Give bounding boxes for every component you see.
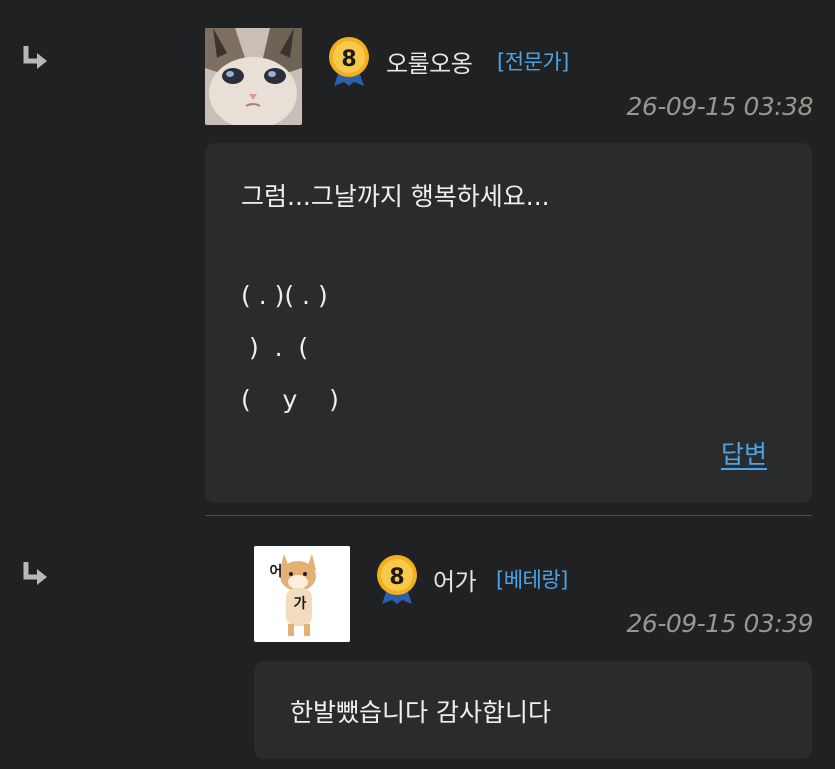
shiba-dog-avatar: 어 가 bbox=[254, 546, 350, 642]
comment-text-line: ( . )( . ) bbox=[241, 281, 328, 310]
user-rank: [전문가] bbox=[497, 50, 569, 74]
reply-arrow-icon bbox=[22, 560, 52, 590]
level-badge-icon: 8 bbox=[328, 36, 370, 86]
comment-body: 한발뺐습니다 감사합니다 bbox=[254, 661, 812, 759]
svg-text:8: 8 bbox=[341, 47, 356, 72]
svg-text:8: 8 bbox=[389, 565, 404, 590]
timestamp: 26-09-15 03:39 bbox=[626, 609, 814, 638]
divider bbox=[205, 515, 812, 516]
avatar-text: 가 bbox=[294, 596, 307, 612]
level-badge-icon: 8 bbox=[376, 554, 418, 604]
avatar-text: 어 bbox=[270, 563, 283, 580]
avatar[interactable] bbox=[205, 28, 302, 125]
nickname[interactable]: 어가 bbox=[433, 562, 477, 597]
comment-text-line: ) . ( bbox=[241, 333, 309, 362]
reply-link[interactable]: 답변 bbox=[721, 435, 767, 471]
user-rank: [베테랑] bbox=[496, 568, 568, 592]
nickname[interactable]: 오룰오옹 bbox=[386, 44, 473, 79]
comment-text-line: 그럼...그날까지 행복하세요... bbox=[241, 182, 550, 211]
comment-text-line: ( y ) bbox=[241, 385, 339, 414]
avatar[interactable]: 어 가 bbox=[254, 546, 350, 642]
crying-cat-avatar bbox=[205, 28, 302, 125]
comment-text-line: 한발뺐습니다 감사합니다 bbox=[290, 698, 551, 727]
reply-arrow-icon bbox=[22, 44, 52, 74]
comment-body: 그럼...그날까지 행복하세요... ( . )( . ) ) . ( ( y … bbox=[205, 143, 812, 503]
timestamp: 26-09-15 03:38 bbox=[626, 92, 814, 121]
